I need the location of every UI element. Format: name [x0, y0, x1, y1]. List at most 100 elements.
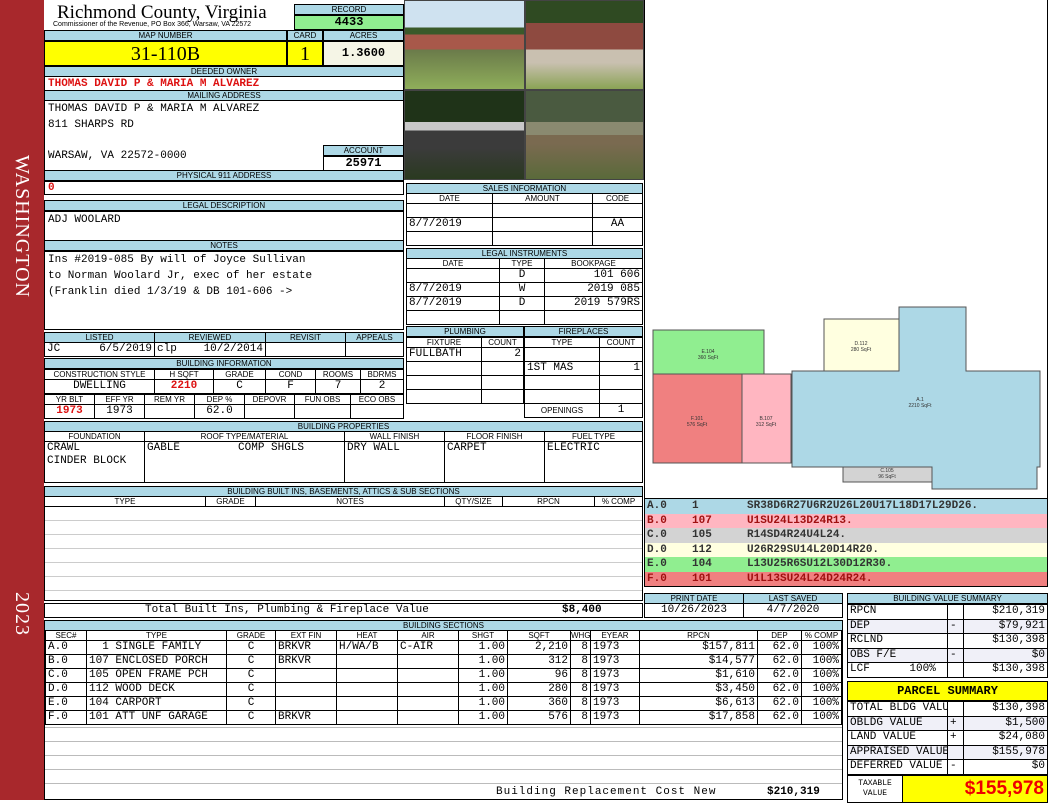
table-cell	[406, 203, 493, 218]
table-cell	[275, 668, 337, 683]
sketch-legend-row: B.0 107 U1SU24L13D24R13.	[645, 513, 1047, 528]
dates-table: PRINT DATE LAST SAVED 10/26/2023 4/7/2020	[644, 593, 843, 618]
listed-by: JC	[47, 343, 61, 356]
property-photo-garage[interactable]	[525, 0, 644, 90]
physical-address-label: PHYSICAL 911 ADDRESS	[44, 170, 404, 181]
table-cell	[397, 696, 459, 711]
column-header: RPCN	[502, 496, 595, 507]
table-cell: $24,080	[963, 730, 1048, 746]
revisit-header: REVISIT	[265, 332, 346, 343]
column-header: EXT FIN	[275, 630, 337, 641]
table-row: APPRAISED VALUE $155,978	[847, 744, 1048, 760]
table-cell: C	[226, 640, 276, 655]
built-ins-total-value: $8,400	[562, 604, 602, 616]
column-header: GRADE	[226, 630, 276, 641]
table-cell: $210,319	[963, 604, 1048, 620]
legend-section: B.0	[647, 514, 667, 527]
table-cell: C	[226, 668, 276, 683]
appeals	[345, 342, 404, 357]
notes-label: NOTES	[44, 240, 404, 251]
column-header: SHGT	[458, 630, 508, 641]
table-row	[406, 310, 643, 325]
legend-vectors: U26R29SU14L20D14R20.	[747, 543, 880, 556]
table-cell	[592, 231, 643, 246]
table-cell: 105 OPEN FRAME PCH	[86, 668, 227, 683]
building-info-header: YR BLT	[44, 394, 95, 405]
table-cell: +	[947, 715, 964, 731]
table-row: 8/7/2019 AA	[406, 217, 643, 232]
legend-section: E.0	[647, 558, 667, 570]
building-sketch[interactable]: A.12210 SqFt B.107312 SqFt C.10596 SqFt …	[645, 0, 1049, 498]
legend-code: 105	[692, 529, 712, 541]
table-cell: $0	[963, 759, 1048, 775]
card-label: CARD	[287, 30, 323, 41]
table-cell	[481, 389, 524, 404]
note-line: Ins #2019-085 By will of Joyce Sullivan	[48, 254, 306, 266]
legend-vectors: U1SU24L13D24R13.	[747, 514, 853, 527]
map-number-label: MAP NUMBER	[44, 30, 287, 41]
table-cell: 1ST MAS	[524, 361, 600, 376]
column-header: FIXTURE	[406, 337, 482, 348]
table-cell	[599, 347, 643, 362]
table-cell	[947, 701, 964, 717]
table-row: DEP - $79,921	[847, 618, 1048, 634]
openings-label: OPENINGS	[524, 403, 600, 418]
card-number: 1	[287, 41, 323, 66]
table-cell: 8	[570, 710, 591, 725]
legend-code: 1	[692, 500, 699, 512]
table-cell: LAND VALUE	[847, 730, 948, 746]
table-cell: 1973	[590, 654, 640, 669]
notes: Ins #2019-085 By will of Joyce Sullivan …	[44, 251, 404, 330]
table-row	[524, 347, 643, 362]
table-row	[406, 361, 524, 376]
property-photo-front[interactable]	[404, 0, 525, 90]
roof-type: GABLE	[147, 442, 181, 455]
table-cell: -	[947, 618, 964, 634]
column-header: FOUNDATION	[44, 431, 145, 442]
sketch-legend-row: F.0 101 U1L13SU24L24D24R24.	[645, 571, 1047, 586]
record-label: RECORD	[294, 4, 404, 15]
table-cell: 100%	[801, 696, 842, 711]
plumbing-table: PLUMBING FIXTURE COUNT FULLBATH 2	[406, 326, 524, 404]
taxable-value-label: TAXABLE VALUE	[848, 775, 903, 802]
table-cell: $0	[963, 647, 1048, 663]
table-cell: 62.0	[757, 654, 802, 669]
property-photo-side[interactable]	[525, 90, 644, 180]
building-info-header: GRADE	[213, 369, 266, 380]
table-row	[406, 389, 524, 404]
map-number: 31-110B	[44, 41, 287, 66]
building-info-header: H SQFT	[154, 369, 214, 380]
reviewed: clp 10/2/2014	[154, 342, 266, 357]
sketch-legend-row: C.0 105 R14SD4R24U4L24.	[645, 528, 1047, 543]
table-cell: 101 ATT UNF GARAGE	[86, 710, 227, 725]
column-header: EYEAR	[590, 630, 640, 641]
foundation-1: CRAWL	[47, 442, 81, 455]
table-cell: D.0	[45, 682, 87, 697]
building-info-header: BDRMS	[360, 369, 404, 380]
table-cell: 1.00	[458, 682, 508, 697]
column-header: TYPE	[524, 337, 600, 348]
table-cell: 1	[599, 361, 643, 376]
table-cell: 2	[481, 347, 524, 362]
header-row: TYPE GRADE NOTES QTY/SIZE RPCN% COMP	[44, 496, 643, 507]
sketch-legend-row: A.0 1 SR38D6R27U6R2U26L20U17L18D17L29D26.	[645, 499, 1047, 514]
table-cell: C	[226, 710, 276, 725]
building-info-value: 1973	[94, 404, 145, 419]
account-number: 25971	[323, 156, 404, 171]
table-cell: 62.0	[757, 668, 802, 683]
column-header: NOTES	[255, 496, 445, 507]
column-header: QTY/SIZE	[444, 496, 503, 507]
property-photo-carport[interactable]	[404, 90, 525, 180]
table-cell	[406, 231, 493, 246]
table-cell	[592, 203, 643, 218]
table-cell: $155,978	[963, 744, 1048, 760]
table-row: 8/7/2019 W 2019 085	[406, 282, 643, 297]
table-cell: F.0	[45, 710, 87, 725]
mailing-line-1: THOMAS DAVID P & MARIA M ALVAREZ	[48, 103, 260, 115]
built-ins-total: Total Built Ins, Plumbing & Fireplace Va…	[44, 603, 643, 618]
building-info-value: 62.0	[194, 404, 245, 419]
table-cell	[524, 347, 600, 362]
column-header: SQFT	[507, 630, 571, 641]
reviewed-date: 10/2/2014	[203, 343, 263, 356]
table-cell	[406, 310, 500, 325]
